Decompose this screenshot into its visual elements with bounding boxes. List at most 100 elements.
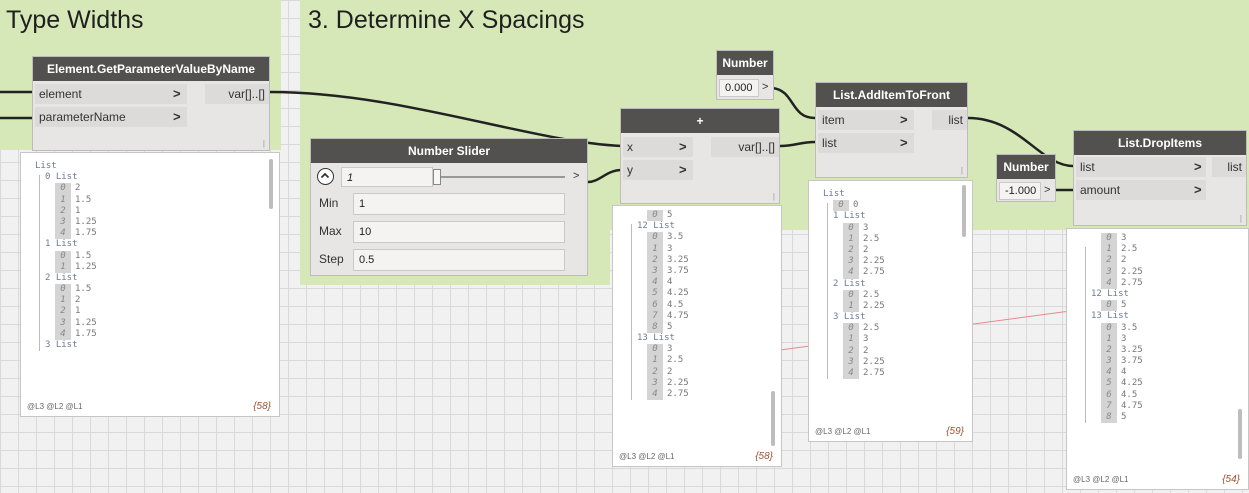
watch-preview-plus[interactable]: 0 5 12 List 0 3.5 1 3 2 3.25 3 3.75 4 4 5 4.25 6 4.5 7 4.7… [612, 205, 782, 467]
number-output-arrow-icon[interactable]: > [762, 81, 768, 93]
resize-grip-icon[interactable]: | [1240, 214, 1242, 223]
preview-list-header[interactable]: 1 List [35, 239, 97, 250]
item-value: 2.75 [863, 368, 885, 378]
item-value: 5 [667, 210, 673, 220]
preview-list-header[interactable]: List [823, 189, 885, 200]
preview-list-item: 1 1.5 [35, 194, 97, 206]
slider-step-field[interactable]: 0.5 [353, 249, 565, 271]
level-labels: @L3 @L2 @L1 [1073, 475, 1129, 484]
slider-max-field[interactable]: 10 [353, 221, 565, 243]
item-index: 0 [647, 344, 663, 356]
watch-preview-add-item-to-front[interactable]: List 0 0 1 List 0 3 1 2.5 2 2 3 2.25 4 2.75 2 List 0 2.5… [808, 180, 973, 442]
item-index: 4 [55, 328, 71, 341]
preview-list-item: 0 2.5 [823, 289, 885, 301]
preview-list-header[interactable]: 13 List [627, 333, 689, 344]
preview-list-item: 22 [823, 244, 885, 257]
node-number-slider[interactable]: Number Slider 1 > Min 1 Max 10 Step 0.5 [310, 138, 588, 276]
list-header-label: 2 List [45, 272, 78, 283]
number-input-field[interactable]: 0.000 [719, 79, 759, 97]
preview-list-header[interactable]: 1 List [823, 211, 885, 222]
watch-preview-get-parameter[interactable]: List 0 List 0 2 1 1.5 2 1 3 1.25 4 1.75 1 List 0 1.5 1 1… [20, 152, 280, 417]
item-value: 4.75 [667, 310, 689, 321]
slider-step-label: Step [319, 252, 344, 266]
node-get-parameter-value[interactable]: Element.GetParameterValueByName element … [32, 56, 270, 151]
preview-list-header[interactable]: 2 List [823, 279, 885, 290]
preview-list-header[interactable]: 12 List [627, 221, 689, 232]
preview-list-item: 3 2.25 [1081, 266, 1143, 278]
preview-footer: @L3 @L2 @L1 {58} [613, 448, 781, 466]
preview-list-item: 5 4.25 [1081, 378, 1143, 390]
preview-list-header[interactable]: 13 List [1081, 311, 1143, 322]
node-list-add-item-to-front[interactable]: List.AddItemToFront item > list > list | [815, 82, 968, 178]
item-index: 7 [647, 310, 663, 322]
preview-scrollbar[interactable] [269, 159, 273, 209]
list-header-label: 0 List [45, 172, 78, 183]
item-value: 4.75 [1121, 400, 1143, 411]
output-port-list[interactable]: list [932, 110, 967, 130]
item-index: 2 [843, 345, 859, 357]
item-index: 3 [843, 356, 859, 369]
item-index: 1 [1101, 244, 1117, 256]
item-index: 0 [55, 250, 71, 262]
preview-list-item: 6 4.5 [627, 299, 689, 311]
item-index: 2 [843, 244, 859, 257]
item-value: 2 [75, 183, 81, 194]
preview-list-item: 3 1.25 [35, 216, 97, 229]
preview-list-header[interactable]: 12 List [1081, 289, 1143, 300]
slider-thumb[interactable] [433, 169, 441, 185]
preview-scrollbar[interactable] [1238, 409, 1242, 459]
resize-grip-icon[interactable]: | [961, 166, 963, 175]
workspace-canvas[interactable]: Type Widths 3. Determine X Spacings Elem… [0, 0, 1249, 493]
input-port-element[interactable]: element [35, 84, 187, 104]
preview-list-item: 13 [823, 334, 885, 346]
item-value: 2 [667, 366, 673, 377]
item-value: 3.25 [667, 254, 689, 265]
input-port-amount[interactable]: amount [1076, 180, 1206, 200]
number-input-field[interactable]: -1.000 [999, 182, 1041, 200]
output-port-var[interactable]: var[]..[] [205, 84, 269, 104]
list-header-label: 3 List [45, 340, 78, 350]
node-list-drop-items[interactable]: List.DropItems list > amount > list | [1073, 130, 1247, 226]
preview-list-header[interactable]: 3 List [823, 312, 885, 323]
preview-list-item: 2 3.25 [627, 254, 689, 266]
item-value: 3 [863, 334, 869, 345]
item-value: 1.25 [75, 261, 97, 272]
preview-list-header[interactable]: 3 List [35, 340, 97, 351]
preview-list-item: 85 [1081, 412, 1143, 424]
item-index: 1 [1101, 333, 1117, 345]
preview-list-item: 0 2.5 [823, 323, 885, 335]
preview-list-item: 3 3.75 [627, 265, 689, 278]
slider-min-field[interactable]: 1 [353, 193, 565, 215]
output-port-list[interactable]: list [1212, 157, 1246, 177]
resize-grip-icon[interactable]: | [263, 139, 265, 148]
node-number-zero[interactable]: Number 0.000 > [716, 50, 774, 100]
slider-track[interactable] [435, 176, 565, 178]
chevron-right-icon: > [900, 135, 908, 150]
slider-value-field[interactable]: 1 [341, 167, 433, 187]
resize-grip-icon[interactable]: | [773, 192, 775, 201]
preview-list-item: 03 [1081, 233, 1143, 245]
output-port-var[interactable]: var[]..[] [711, 137, 779, 157]
preview-list-header[interactable]: List [35, 161, 97, 172]
preview-list-item: 12 [35, 295, 97, 307]
item-index: 3 [1101, 356, 1117, 368]
input-port-list[interactable]: list [1076, 157, 1206, 177]
item-index: 0 [833, 200, 849, 212]
chevron-right-icon: > [1194, 159, 1202, 174]
node-plus[interactable]: + x > y > var[]..[] | [620, 108, 780, 204]
input-port-parameter-name[interactable]: parameterName [35, 107, 187, 127]
preview-list-item: 85 [627, 321, 689, 334]
chevron-up-icon[interactable] [317, 168, 334, 185]
number-output-arrow-icon[interactable]: > [1044, 184, 1050, 196]
item-index: 0 [55, 284, 71, 296]
watch-preview-drop-items[interactable]: 0 3 1 2.5 2 2 3 2.25 4 2.75 12 List 0 5 13 List 0 3.5 1 3… [1066, 228, 1249, 490]
slider-expand-arrow-icon[interactable]: > [573, 170, 579, 182]
level-labels: @L3 @L2 @L1 [815, 427, 871, 436]
preview-list-header[interactable]: 2 List [35, 273, 97, 284]
preview-list-item: 6 4.5 [1081, 389, 1143, 401]
preview-scrollbar[interactable] [771, 391, 775, 446]
preview-scrollbar[interactable] [962, 185, 966, 237]
preview-list-header[interactable]: 0 List [35, 172, 97, 183]
item-value: 3 [863, 222, 869, 233]
node-number-negative[interactable]: Number -1.000 > [996, 154, 1056, 202]
